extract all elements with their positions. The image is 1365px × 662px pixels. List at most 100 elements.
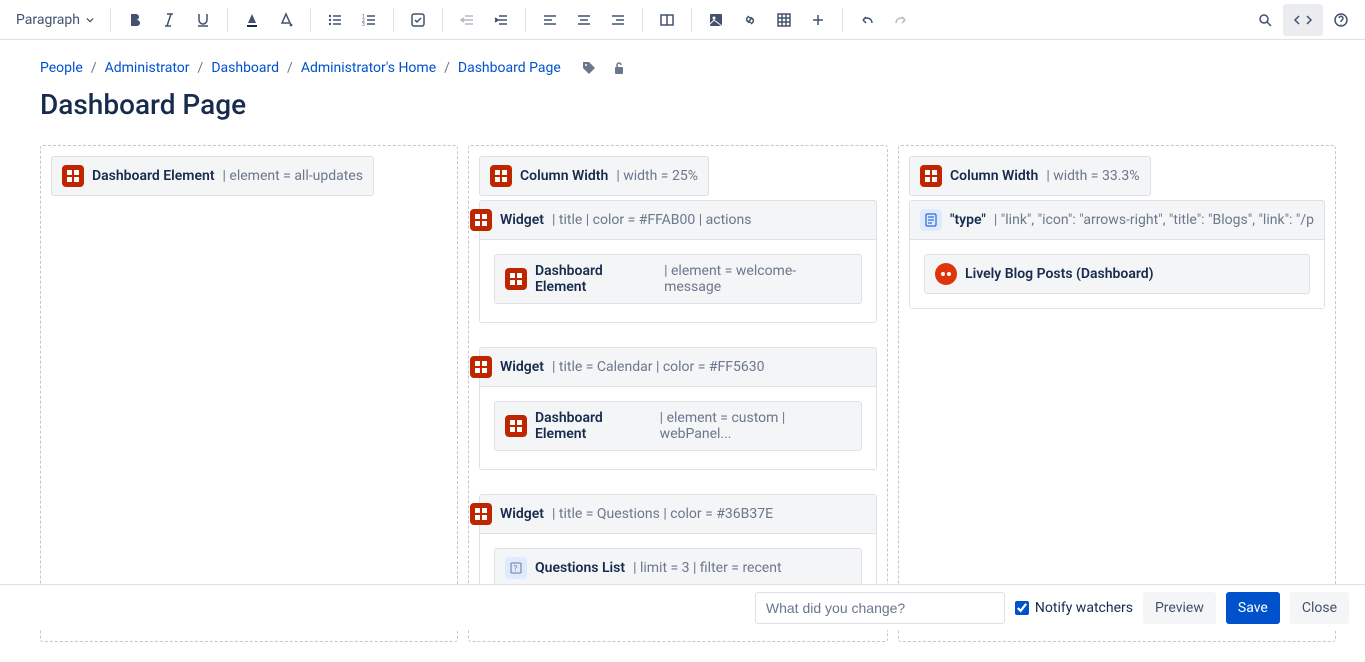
- macro-params: | title = Questions | color = #36B37E: [552, 506, 773, 522]
- layout-column-2[interactable]: Column Width | width = 25% Widget | titl…: [468, 145, 888, 642]
- redo-button[interactable]: [885, 4, 917, 36]
- macro-params: | "link", "icon": "arrows-right", "title…: [994, 212, 1314, 228]
- breadcrumb-separator: /: [198, 60, 204, 76]
- editor-toolbar: Paragraph 123: [0, 0, 1365, 40]
- macro-icon: [920, 165, 942, 187]
- macro-column-width[interactable]: Column Width | width = 25%: [479, 156, 709, 196]
- indent-button[interactable]: [485, 4, 517, 36]
- macro-type-block[interactable]: "type" | "link", "icon": "arrows-right",…: [909, 200, 1325, 309]
- macro-params: | element = all-updates: [223, 168, 363, 184]
- macro-column-width[interactable]: Column Width | width = 33.3%: [909, 156, 1151, 196]
- lively-icon: [935, 263, 957, 285]
- paragraph-style-select[interactable]: Paragraph: [8, 4, 102, 36]
- toolbar-separator: [310, 8, 311, 32]
- macro-title: "type": [950, 212, 986, 228]
- macro-icon: [470, 209, 492, 231]
- task-list-button[interactable]: [402, 4, 434, 36]
- layout-column-3[interactable]: Column Width | width = 33.3% "type" | "l…: [898, 145, 1336, 642]
- macro-title: Widget: [500, 506, 544, 522]
- layout-button[interactable]: [651, 4, 683, 36]
- help-button[interactable]: [1325, 4, 1357, 36]
- toolbar-separator: [525, 8, 526, 32]
- macro-icon: [490, 165, 512, 187]
- macro-params: | element = custom | webPanel...: [660, 410, 851, 442]
- breadcrumb-dashboard[interactable]: Dashboard: [211, 60, 279, 76]
- macro-title: Questions List: [535, 560, 625, 576]
- save-button[interactable]: Save: [1226, 592, 1280, 624]
- breadcrumb-people[interactable]: People: [40, 60, 83, 76]
- toolbar-separator: [642, 8, 643, 32]
- macro-icon: [505, 268, 527, 290]
- macro-params: | element = welcome-message: [664, 263, 851, 295]
- macro-params: | title | color = #FFAB00 | actions: [552, 212, 751, 228]
- macro-icon: [470, 356, 492, 378]
- macro-dashboard-element-inner[interactable]: Dashboard Element | element = welcome-me…: [494, 254, 862, 304]
- macro-questions-list[interactable]: ? Questions List | limit = 3 | filter = …: [494, 548, 862, 588]
- macro-widget-1[interactable]: Widget | title | color = #FFAB00 | actio…: [479, 200, 877, 323]
- outdent-button[interactable]: [451, 4, 483, 36]
- macro-dashboard-element[interactable]: Dashboard Element | element = all-update…: [51, 156, 374, 196]
- macro-params: | width = 33.3%: [1046, 168, 1139, 184]
- align-right-button[interactable]: [602, 4, 634, 36]
- align-left-button[interactable]: [534, 4, 566, 36]
- toolbar-separator: [227, 8, 228, 32]
- breadcrumb-administrator[interactable]: Administrator: [105, 60, 190, 76]
- preview-button[interactable]: Preview: [1143, 592, 1216, 624]
- macro-lively-blog[interactable]: Lively Blog Posts (Dashboard): [924, 254, 1310, 294]
- editor-footer: Notify watchers Preview Save Close: [0, 584, 1365, 630]
- underline-button[interactable]: [187, 4, 219, 36]
- breadcrumb-separator: /: [444, 60, 450, 76]
- macro-title: Dashboard Element: [535, 263, 656, 295]
- macro-params: | title = Calendar | color = #FF5630: [552, 359, 764, 375]
- toolbar-separator: [691, 8, 692, 32]
- page-icon: [920, 209, 942, 231]
- image-button[interactable]: [700, 4, 732, 36]
- restrictions-icon[interactable]: [611, 60, 627, 76]
- breadcrumb-separator: /: [91, 60, 97, 76]
- chevron-down-icon: [86, 16, 94, 24]
- close-button[interactable]: Close: [1290, 592, 1349, 624]
- labels-icon[interactable]: [581, 60, 597, 76]
- table-button[interactable]: [768, 4, 800, 36]
- macro-params: | limit = 3 | filter = recent: [633, 560, 781, 576]
- numbered-list-button[interactable]: 123: [353, 4, 385, 36]
- notify-watchers-text: Notify watchers: [1035, 600, 1133, 616]
- editor-content: People / Administrator / Dashboard / Adm…: [0, 40, 1365, 662]
- toolbar-separator: [393, 8, 394, 32]
- paragraph-style-label: Paragraph: [16, 12, 80, 28]
- bullet-list-button[interactable]: [319, 4, 351, 36]
- breadcrumb-dashboard-page[interactable]: Dashboard Page: [458, 60, 561, 76]
- macro-dashboard-element-inner[interactable]: Dashboard Element | element = custom | w…: [494, 401, 862, 451]
- clear-format-button[interactable]: [270, 4, 302, 36]
- breadcrumb-admin-home[interactable]: Administrator's Home: [301, 60, 436, 76]
- macro-title: Widget: [500, 359, 544, 375]
- text-color-button[interactable]: [236, 4, 268, 36]
- source-editor-button[interactable]: [1283, 4, 1323, 36]
- notify-watchers-checkbox[interactable]: [1015, 601, 1029, 615]
- layout-column-1[interactable]: Dashboard Element | element = all-update…: [40, 145, 458, 642]
- macro-title: Column Width: [520, 168, 608, 184]
- macro-icon: [62, 165, 84, 187]
- italic-button[interactable]: [153, 4, 185, 36]
- find-button[interactable]: [1249, 4, 1281, 36]
- macro-title: Widget: [500, 212, 544, 228]
- align-center-button[interactable]: [568, 4, 600, 36]
- toolbar-separator: [110, 8, 111, 32]
- change-comment-input[interactable]: [755, 592, 1005, 624]
- toolbar-separator: [442, 8, 443, 32]
- macro-icon: [470, 503, 492, 525]
- svg-text:?: ?: [514, 564, 518, 573]
- svg-text:3: 3: [362, 22, 365, 28]
- notify-watchers-label[interactable]: Notify watchers: [1015, 600, 1133, 616]
- breadcrumb: People / Administrator / Dashboard / Adm…: [40, 60, 1325, 76]
- bold-button[interactable]: [119, 4, 151, 36]
- insert-more-button[interactable]: [802, 4, 834, 36]
- macro-params: | width = 25%: [616, 168, 698, 184]
- undo-button[interactable]: [851, 4, 883, 36]
- toolbar-separator: [842, 8, 843, 32]
- macro-title: Column Width: [950, 168, 1038, 184]
- link-button[interactable]: [734, 4, 766, 36]
- questions-icon: ?: [505, 557, 527, 579]
- macro-widget-2[interactable]: Widget | title = Calendar | color = #FF5…: [479, 347, 877, 470]
- page-title[interactable]: Dashboard Page: [40, 88, 1325, 121]
